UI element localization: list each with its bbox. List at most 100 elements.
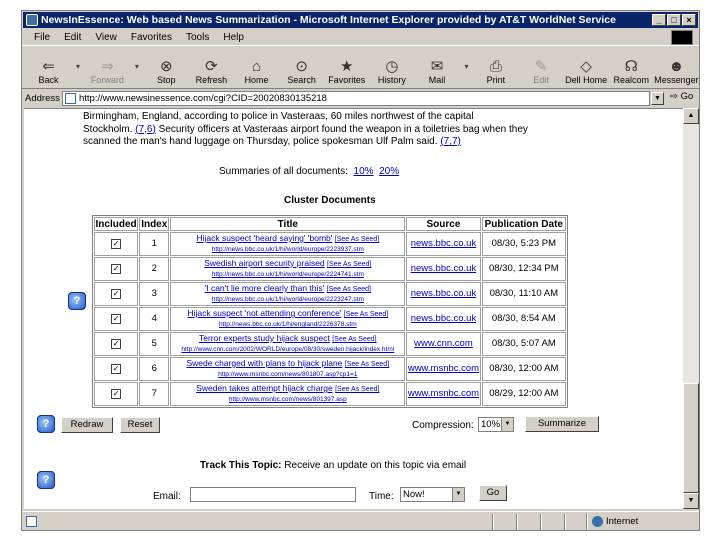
included-cell: ✓ [94,332,139,356]
see-as-seed-link[interactable]: [See As Seed] [335,386,379,393]
toolbar-refresh-button[interactable]: ⟳ Refresh [189,47,234,87]
reset-button[interactable]: Reset [120,417,160,433]
sentence-link[interactable]: (7,7) [440,136,461,147]
help-icon[interactable]: ? [37,471,55,489]
include-checkbox[interactable]: ✓ [111,364,122,374]
menu-edit[interactable]: Edit [64,32,81,43]
include-checkbox[interactable]: ✓ [111,289,122,299]
sentence-link[interactable]: (7,6) [135,124,156,135]
document-url-link[interactable]: http://www.msnbc.com/news/801807.asp?cp1… [171,370,404,380]
table-row: ✓ 1 Hijack suspect 'heard saying' 'bomb' [… [94,232,566,256]
scroll-thumb[interactable] [683,383,699,493]
include-checkbox[interactable]: ✓ [111,389,122,399]
scroll-up-button[interactable]: ▲ [683,108,699,124]
document-title-link[interactable]: Hijack suspect 'not attending conference… [187,308,341,318]
redraw-button[interactable]: Redraw [61,417,113,433]
see-as-seed-link[interactable]: [See As Seed] [345,361,389,368]
menu-help[interactable]: Help [223,32,244,43]
document-url-link[interactable]: http://news.bbc.co.uk/1/hi/world/europe/… [171,245,404,255]
maximize-button[interactable]: □ [667,14,681,26]
compression-select[interactable]: 10% ▼ [478,417,514,432]
document-url-link[interactable]: http://www.cnn.com/2002/WORLD/europe/08/… [171,345,404,355]
summary-10-link[interactable]: 10% [354,166,374,177]
document-url-link[interactable]: http://www.msnbc.com/news/801397.asp [171,395,404,405]
include-checkbox[interactable]: ✓ [111,239,122,249]
address-dropdown-button[interactable]: ▼ [651,92,664,105]
document-title-link[interactable]: Sweden takes attempt hijack charge [196,383,333,393]
source-cell: www.msnbc.com [406,357,481,381]
back-arrow-icon: ⇐ [42,58,55,75]
see-as-seed-link[interactable]: [See As Seed] [327,261,371,268]
toolbar-label: Messenger [654,75,699,85]
source-link[interactable]: news.bbc.co.uk [411,288,476,299]
vertical-scrollbar[interactable]: ▲ ▼ [683,108,699,509]
table-row: ✓ 2 Swedish airport security praised [See … [94,257,566,281]
source-cell: news.bbc.co.uk [406,307,481,331]
document-url-link[interactable]: http://news.bbc.co.uk/1/hi/world/europe/… [171,295,404,305]
toolbar-messenger-button[interactable]: ☻ Messenger [654,47,699,87]
see-as-seed-link[interactable]: [See As Seed] [332,336,376,343]
source-link[interactable]: news.bbc.co.uk [411,238,476,249]
toolbar-dropdown-arrow-icon[interactable]: ▾ [460,47,474,87]
toolbar-back-button[interactable]: ⇐ Back [26,47,71,87]
document-url-link[interactable]: http://news.bbc.co.uk/1/hi/england/22263… [171,320,404,330]
menu-favorites[interactable]: Favorites [131,32,172,43]
address-go-label: Go [680,91,694,102]
see-as-seed-link[interactable]: [See As Seed] [344,311,388,318]
toolbar-realcom-button[interactable]: ☊ Realcom [609,47,654,87]
include-checkbox[interactable]: ✓ [111,314,122,324]
toolbar-home-button[interactable]: ⌂ Home [234,47,279,87]
toolbar-search-button[interactable]: ⊙ Search [279,47,324,87]
summarize-button[interactable]: Summarize [525,416,599,432]
document-title-link[interactable]: 'I can't lie more clearly than this' [205,283,325,293]
menu-file[interactable]: File [34,32,50,43]
status-divider [564,514,566,530]
include-checkbox[interactable]: ✓ [111,339,122,349]
toolbar-stop-button[interactable]: ⊗ Stop [144,47,189,87]
document-title-link[interactable]: Swedish airport security praised [204,258,324,268]
toolbar-mail-button[interactable]: ✉ Mail [414,47,459,87]
document-url-link[interactable]: http://news.bbc.co.uk/1/hi/world/europe/… [171,270,404,280]
address-go-button[interactable]: ⇨ Go [670,91,693,102]
document-title-link[interactable]: Terror experts study hijack suspect [199,333,330,343]
toolbar-dell-home-button[interactable]: ◇ Dell Home [564,47,609,87]
source-link[interactable]: www.msnbc.com [408,363,479,374]
source-link[interactable]: www.msnbc.com [408,388,479,399]
track-heading: Track This Topic: [200,460,282,471]
index-cell: 7 [139,382,170,406]
status-divider [586,514,588,530]
source-link[interactable]: news.bbc.co.uk [411,263,476,274]
help-icon[interactable]: ? [37,415,55,433]
source-link[interactable]: news.bbc.co.uk [411,313,476,324]
menu-view[interactable]: View [95,32,117,43]
window-title: NewsInEssence: Web based News Summarizat… [41,14,616,26]
document-title-link[interactable]: Swede charged with plans to hijack plane [186,358,342,368]
menu-bar: File Edit View Favorites Tools Help [22,29,699,46]
toolbar-dropdown-arrow-icon[interactable]: ▾ [71,47,85,87]
col-index: Index [139,217,170,231]
email-field[interactable] [190,487,356,502]
see-as-seed-link[interactable]: [See As Seed] [327,286,371,293]
home-icon: ⌂ [252,58,262,75]
scroll-down-button[interactable]: ▼ [683,493,699,509]
time-select[interactable]: Now! ▼ [400,487,465,502]
minimize-button[interactable]: _ [652,14,666,26]
source-cell: www.msnbc.com [406,382,481,406]
toolbar-edit-button: ✎ Edit [518,47,563,87]
help-icon[interactable]: ? [68,292,86,310]
include-checkbox[interactable]: ✓ [111,264,122,274]
summary-20-link[interactable]: 20% [379,166,399,177]
messenger-icon: ☻ [668,58,685,75]
menu-tools[interactable]: Tools [186,32,209,43]
see-as-seed-link[interactable]: [See As Seed] [335,236,379,243]
toolbar-print-button[interactable]: ⎙ Print [473,47,518,87]
track-go-button[interactable]: Go [479,485,507,501]
address-input[interactable]: http://www.newsinessence.com/cgi?CID=200… [62,91,650,106]
toolbar-history-button[interactable]: ◷ History [369,47,414,87]
toolbar-label: Dell Home [565,75,608,85]
toolbar-favorites-button[interactable]: ★ Favorites [324,47,369,87]
source-link[interactable]: www.cnn.com [414,338,473,349]
close-button[interactable]: × [682,14,696,26]
document-title-link[interactable]: Hijack suspect 'heard saying' 'bomb' [196,233,332,243]
toolbar-dropdown-arrow-icon[interactable]: ▾ [130,47,144,87]
